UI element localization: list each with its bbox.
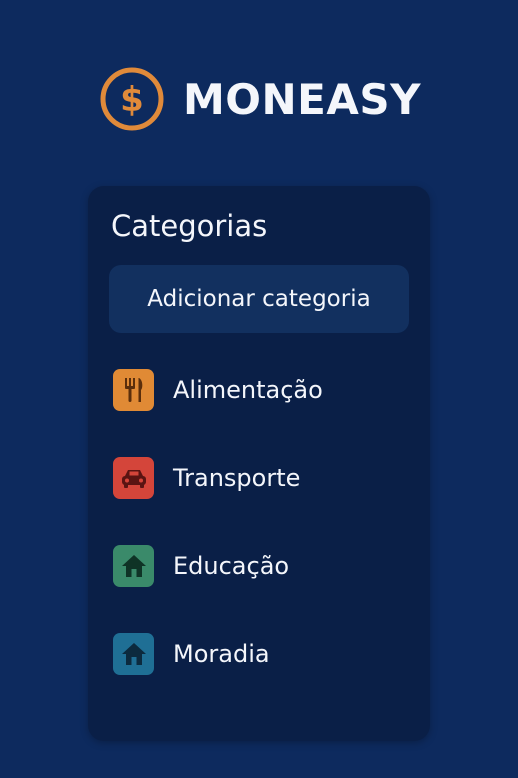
car-icon (113, 457, 154, 499)
app-title: MONEASY (183, 74, 422, 124)
category-item-moradia[interactable]: Moradia (113, 630, 413, 678)
svg-text:$: $ (120, 80, 144, 120)
category-item-educacao[interactable]: Educação (113, 542, 413, 590)
category-label: Alimentação (173, 376, 323, 404)
category-list: Alimentação Transporte Educação Moradia (113, 366, 413, 718)
house-icon (113, 545, 154, 587)
category-item-transporte[interactable]: Transporte (113, 454, 413, 502)
category-label: Educação (173, 552, 290, 580)
panel-title: Categorias (111, 209, 268, 243)
fork-knife-icon (113, 369, 154, 411)
dollar-coin-icon: $ (100, 67, 164, 131)
house-icon (113, 633, 154, 675)
category-item-alimentacao[interactable]: Alimentação (113, 366, 413, 414)
category-label: Transporte (173, 464, 301, 492)
category-label: Moradia (173, 640, 270, 668)
brand-header: $ MONEASY (99, 66, 421, 132)
add-category-button[interactable]: Adicionar categoria (109, 265, 409, 333)
categories-panel: Categorias Adicionar categoria Alimentaç… (88, 186, 430, 741)
